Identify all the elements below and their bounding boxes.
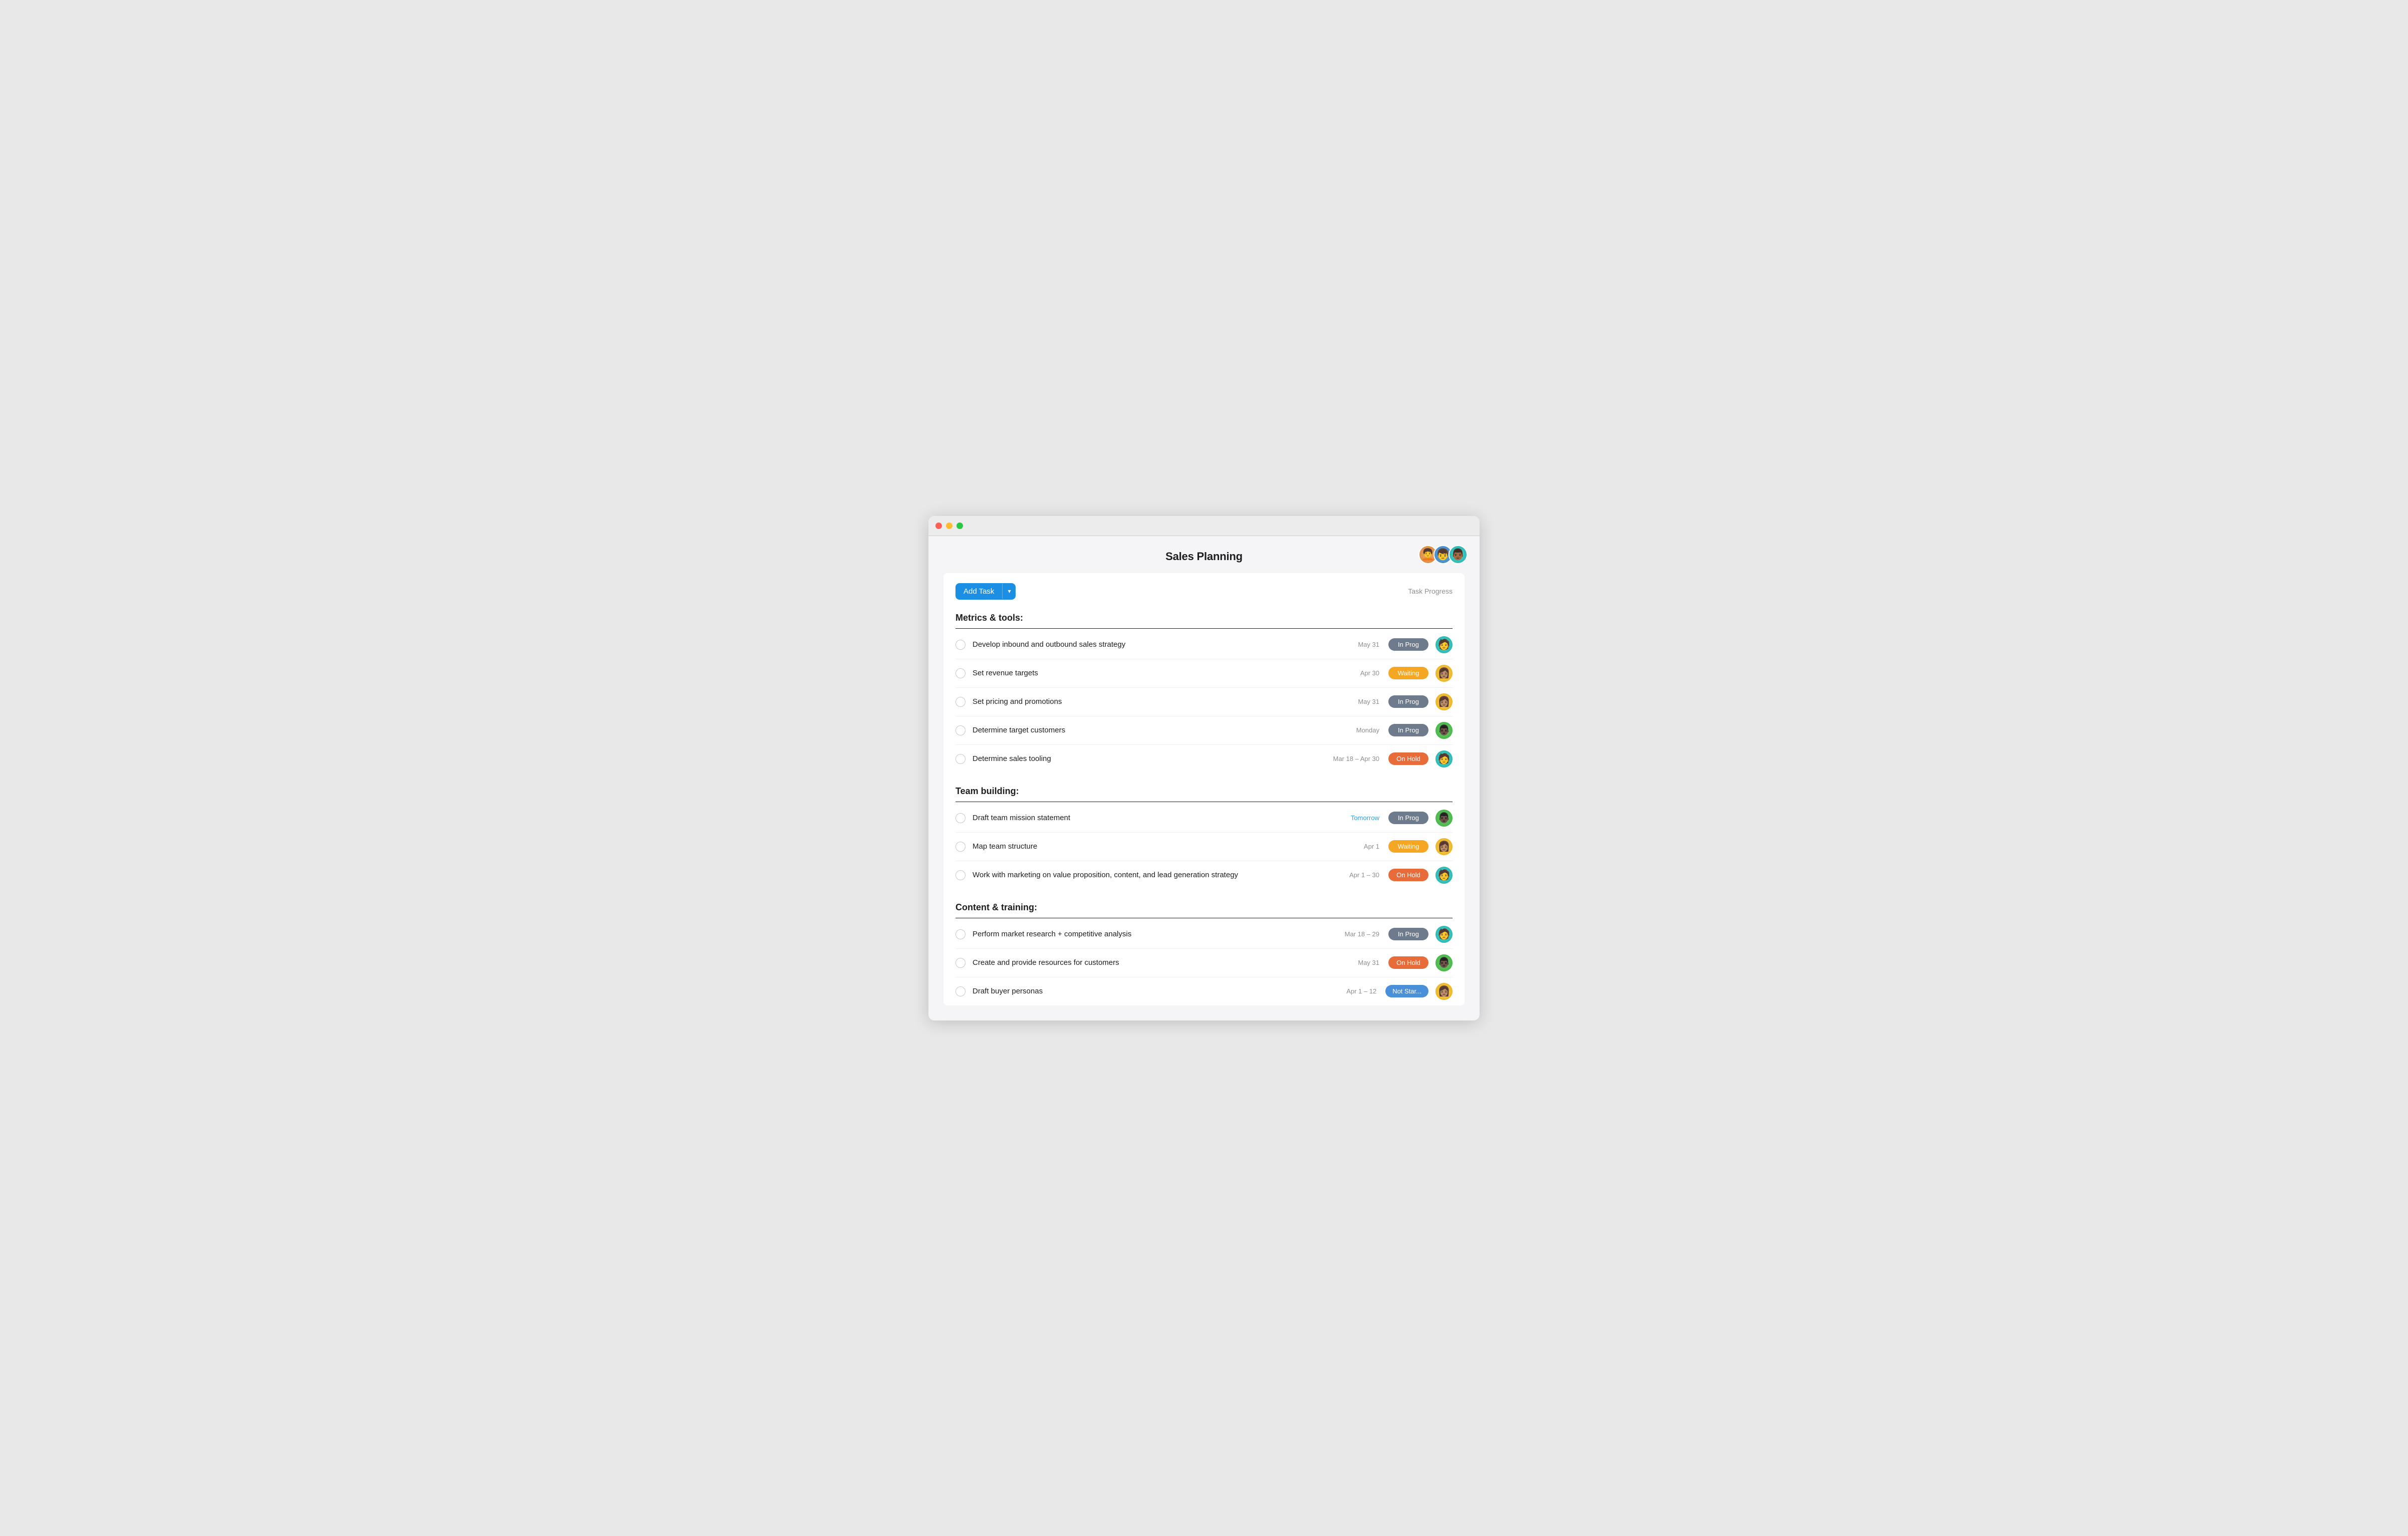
task-row: Develop inbound and outbound sales strat… [955,631,1453,659]
avatar-user-3[interactable]: 👨🏾 [1449,545,1468,564]
app-header: Sales Planning 🧑‍🦱 👦 👨🏾 [928,536,1480,573]
task-avatar-task-4[interactable]: 👨🏿 [1435,722,1453,739]
task-name-task-9: Perform market research + competitive an… [973,930,1345,938]
task-name-task-2: Set revenue targets [973,669,1360,677]
task-checkbox-task-11[interactable] [955,986,966,996]
task-row: Set pricing and promotionsMay 31 In Prog 👩… [955,688,1453,716]
task-progress-label: Task Progress [1408,587,1453,595]
task-avatar-task-8[interactable]: 🧑 [1435,867,1453,884]
task-name-task-11: Draft buyer personas [973,987,1346,995]
task-name-task-8: Work with marketing on value proposition… [973,871,1349,879]
task-row: Map team structureApr 1 Waiting 👩🏽 [955,833,1453,861]
add-task-label: Add Task [955,583,1002,600]
task-date-task-3: May 31 [1358,698,1379,705]
status-badge-task-4: In Prog [1388,724,1428,736]
status-badge-task-8: On Hold [1388,869,1428,881]
section-team-building: Team building:Draft team mission stateme… [943,782,1465,889]
task-date-task-10: May 31 [1358,959,1379,966]
task-row: Set revenue targetsApr 30 Waiting 👩🏽 [955,659,1453,688]
task-row: Work with marketing on value proposition… [955,861,1453,889]
status-badge-task-3: In Prog [1388,695,1428,708]
status-badge-task-5: On Hold [1388,752,1428,765]
task-row: Perform market research + competitive an… [955,920,1453,949]
task-avatar-task-1[interactable]: 🧑 [1435,636,1453,653]
task-avatar-task-10[interactable]: 👨🏿 [1435,954,1453,971]
section-title-team-building: Team building: [955,782,1453,802]
page-title: Sales Planning [1165,550,1243,563]
status-badge-task-2: Waiting [1388,667,1428,679]
minimize-button[interactable] [946,523,952,529]
task-row: Create and provide resources for custome… [955,949,1453,977]
task-checkbox-task-8[interactable] [955,870,966,880]
section-title-content-training: Content & training: [955,898,1453,918]
toolbar: Add Task ▾ Task Progress [943,573,1465,609]
task-row: Determine sales toolingMar 18 – Apr 30 On… [955,745,1453,773]
section-gap [943,889,1465,898]
avatar-group: 🧑‍🦱 👦 👨🏾 [1422,545,1468,564]
traffic-lights [935,523,963,529]
task-avatar-task-2[interactable]: 👩🏽 [1435,665,1453,682]
task-date-task-1: May 31 [1358,641,1379,648]
section-content-training: Content & training: Perform market resear… [943,898,1465,1005]
close-button[interactable] [935,523,942,529]
task-checkbox-task-10[interactable] [955,958,966,968]
add-task-dropdown-arrow[interactable]: ▾ [1002,584,1016,599]
content-area: Add Task ▾ Task Progress Metrics & tools… [943,573,1465,1005]
task-checkbox-task-6[interactable] [955,813,966,823]
task-checkbox-task-7[interactable] [955,842,966,852]
status-badge-task-1: In Prog [1388,638,1428,651]
task-name-task-7: Map team structure [973,842,1364,851]
task-date-task-5: Mar 18 – Apr 30 [1333,755,1380,762]
task-date-task-6: Tomorrow [1351,814,1379,822]
task-date-task-4: Monday [1356,726,1379,734]
task-avatar-task-7[interactable]: 👩🏽 [1435,838,1453,855]
task-avatar-task-11[interactable]: 👩🏽 [1435,983,1453,1000]
task-checkbox-task-9[interactable] [955,929,966,939]
task-checkbox-task-4[interactable] [955,725,966,735]
task-date-task-8: Apr 1 – 30 [1349,871,1379,879]
task-row: Determine target customersMonday In Prog 👨… [955,716,1453,745]
task-date-task-9: Mar 18 – 29 [1345,930,1379,938]
status-badge-task-7: Waiting [1388,840,1428,853]
task-row: Draft team mission statementTomorrow In P… [955,804,1453,833]
avatar-face-3: 👨🏾 [1450,546,1467,563]
add-task-button[interactable]: Add Task ▾ [955,583,1016,600]
task-avatar-task-9[interactable]: 🧑 [1435,926,1453,943]
section-title-metrics-tools: Metrics & tools: [955,609,1453,629]
task-checkbox-task-1[interactable] [955,640,966,650]
section-metrics-tools: Metrics & tools: Develop inbound and outb… [943,609,1465,773]
task-row: Draft buyer personasApr 1 – 12 Not Star..… [955,977,1453,1005]
task-date-task-2: Apr 30 [1360,669,1379,677]
task-name-task-10: Create and provide resources for custome… [973,958,1358,967]
task-avatar-task-5[interactable]: 🧑 [1435,750,1453,767]
sections-container: Metrics & tools: Develop inbound and outb… [943,609,1465,1005]
task-date-task-7: Apr 1 [1364,843,1379,850]
task-name-task-5: Determine sales tooling [973,754,1333,763]
task-checkbox-task-2[interactable] [955,668,966,678]
status-badge-task-6: In Prog [1388,812,1428,824]
task-name-task-4: Determine target customers [973,726,1356,734]
status-badge-task-10: On Hold [1388,956,1428,969]
task-date-task-11: Apr 1 – 12 [1346,987,1376,995]
task-checkbox-task-3[interactable] [955,697,966,707]
task-name-task-6: Draft team mission statement [973,814,1351,822]
task-name-task-3: Set pricing and promotions [973,697,1358,706]
status-badge-task-11: Not Star... [1385,985,1428,997]
titlebar [928,516,1480,536]
app-window: Sales Planning 🧑‍🦱 👦 👨🏾 Add Task ▾ Task … [928,516,1480,1020]
task-checkbox-task-5[interactable] [955,754,966,764]
status-badge-task-9: In Prog [1388,928,1428,940]
maximize-button[interactable] [956,523,963,529]
task-avatar-task-6[interactable]: 👨🏿 [1435,810,1453,827]
task-avatar-task-3[interactable]: 👩🏽 [1435,693,1453,710]
section-gap [943,773,1465,782]
task-name-task-1: Develop inbound and outbound sales strat… [973,640,1358,649]
